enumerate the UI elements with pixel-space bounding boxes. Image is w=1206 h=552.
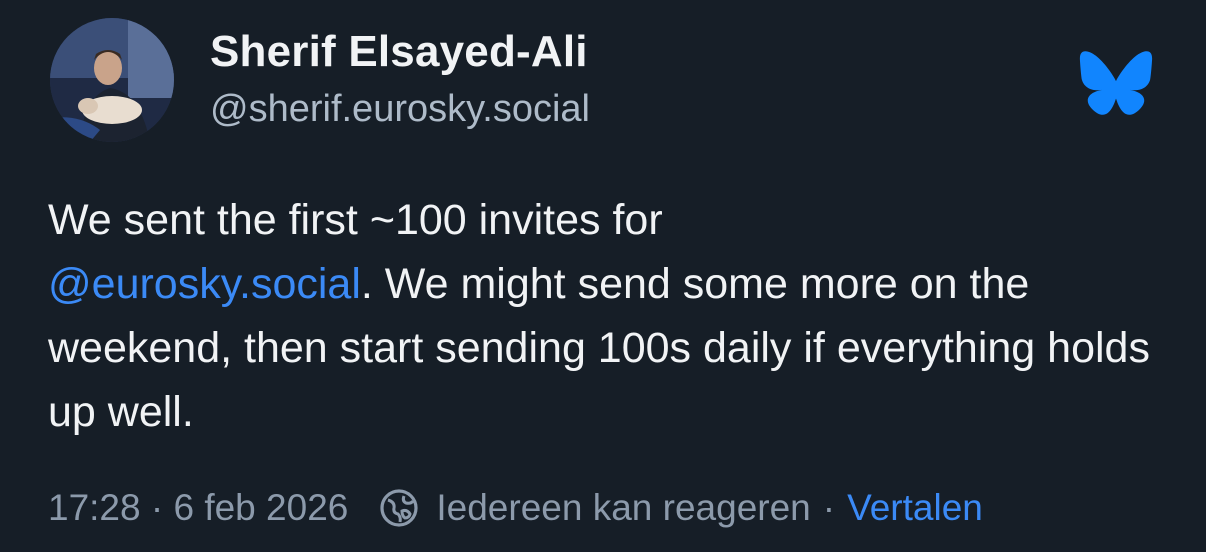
globe-icon [380,489,418,527]
post-timestamp[interactable]: 17:28 · 6 feb 2026 [48,487,348,529]
mention-link[interactable]: @eurosky.social [48,260,361,308]
translate-link[interactable]: Vertalen [847,487,983,529]
author-info[interactable]: Sherif Elsayed-Ali @sherif.eurosky.socia… [210,24,590,134]
meta-separator: · [822,487,836,528]
post-text-line1: We sent the first ~100 invites for [48,196,663,244]
post-text: We sent the first ~100 invites for @euro… [48,188,1178,444]
reply-setting-label[interactable]: Iedereen kan reageren [436,487,810,529]
avatar[interactable] [50,18,174,142]
post-card[interactable]: Sherif Elsayed-Ali @sherif.eurosky.socia… [0,0,1206,552]
author-display-name[interactable]: Sherif Elsayed-Ali [210,24,590,80]
post-meta: 17:28 · 6 feb 2026 Iedereen kan reageren… [48,482,983,534]
bluesky-butterfly-icon [1079,51,1153,115]
author-handle[interactable]: @sherif.eurosky.social [210,84,590,134]
